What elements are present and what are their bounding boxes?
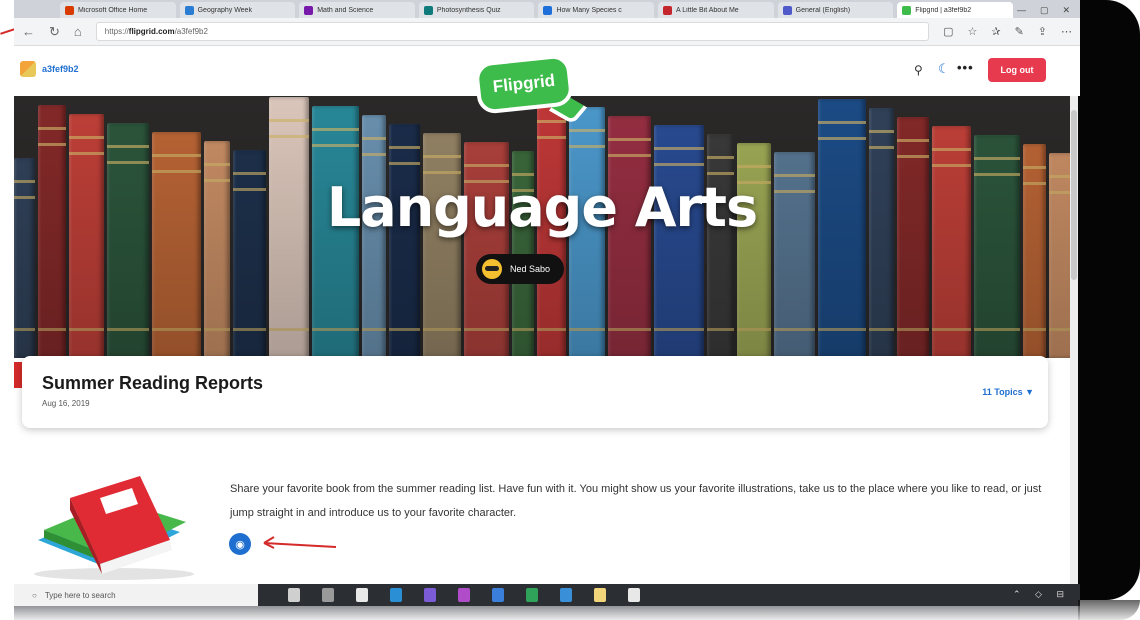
word-icon[interactable] bbox=[492, 588, 504, 602]
system-tray[interactable]: ⌃ ◇ ⊟ bbox=[1013, 589, 1070, 600]
browser-tab-label: Photosynthesis Quiz bbox=[436, 6, 501, 14]
browser-tab-label: Flipgrid | a3fef9b2 bbox=[915, 6, 972, 14]
store-icon[interactable] bbox=[628, 588, 640, 602]
taskbar-search-placeholder: Type here to search bbox=[44, 590, 116, 600]
home-icon[interactable]: ⌂ bbox=[74, 24, 82, 39]
taskbar-search[interactable]: ○ Type here to search bbox=[14, 584, 258, 606]
more-menu-icon[interactable]: ⋯ bbox=[1061, 25, 1072, 38]
maximize-icon[interactable]: ▢ bbox=[1040, 5, 1049, 16]
owner-chip[interactable]: Ned Sabo bbox=[476, 254, 565, 284]
browser-tab[interactable]: Geography Week bbox=[179, 2, 296, 18]
topic-title: Summer Reading Reports bbox=[42, 373, 264, 393]
browser-tab[interactable]: Math and Science bbox=[299, 2, 415, 18]
topic-date: Aug 16, 2019 bbox=[42, 399, 90, 408]
file-explorer-icon[interactable] bbox=[594, 588, 606, 602]
office-icon bbox=[65, 5, 74, 15]
search-icon: ○ bbox=[32, 590, 37, 600]
topic-header-card: Summer Reading Reports Aug 16, 2019 11 T… bbox=[22, 356, 1048, 428]
favorite-star-icon[interactable]: ☆ bbox=[967, 25, 977, 38]
browser-tab-label: Math and Science bbox=[317, 6, 374, 14]
books-illustration bbox=[34, 476, 194, 580]
favorites-hub-icon[interactable]: ✰ bbox=[991, 25, 1000, 38]
search-icon[interactable]: ⚲ bbox=[914, 63, 923, 77]
flipgrid-icon bbox=[902, 5, 912, 15]
owner-name: Ned Sabo bbox=[510, 264, 551, 274]
browser-tab-label: A Little Bit About Me bbox=[676, 6, 739, 14]
browser-tab[interactable]: Flipgrid | a3fef9b2 bbox=[897, 2, 1013, 18]
onenote-icon[interactable] bbox=[458, 588, 470, 602]
outlook-icon[interactable] bbox=[560, 588, 572, 602]
onenote-icon[interactable] bbox=[424, 588, 436, 602]
reading-view-icon[interactable]: ▢ bbox=[943, 25, 953, 38]
back-icon[interactable]: ← bbox=[22, 24, 35, 39]
window-controls: — ▢ ✕ bbox=[1017, 2, 1080, 18]
browser-tab-label: Microsoft Office Home bbox=[78, 6, 148, 14]
browser-tab-label: General (English) bbox=[795, 6, 851, 14]
refresh-icon[interactable]: ↻ bbox=[49, 24, 60, 40]
record-response-button[interactable]: ◉ bbox=[229, 533, 251, 555]
browser-address-bar: ← ↻ ⌂ https://flipgrid.com/a3fef9b2 ▢ ☆ … bbox=[14, 18, 1080, 46]
browser-tab[interactable]: General (English) bbox=[777, 2, 894, 18]
url-prefix: https:// bbox=[104, 27, 129, 36]
browser-tab-label: Geography Week bbox=[197, 6, 252, 14]
video-icon bbox=[663, 5, 673, 15]
browser-tab-strip: Microsoft Office Home Geography Week Math … bbox=[14, 0, 1080, 18]
url-field[interactable]: https://flipgrid.com/a3fef9b2 bbox=[95, 22, 930, 41]
teams-icon bbox=[782, 5, 792, 15]
minimize-icon[interactable]: — bbox=[1017, 5, 1026, 15]
browser-tab-label: How Many Species c bbox=[556, 6, 622, 14]
flipgrid-logo[interactable]: Flipgrid bbox=[473, 53, 588, 126]
screenshot-frame: Microsoft Office Home Geography Week Math … bbox=[0, 0, 1140, 620]
camera-icon: ◉ bbox=[235, 538, 245, 551]
grid-banner: Language Arts Ned Sabo bbox=[14, 96, 1070, 358]
onenote-icon bbox=[304, 5, 314, 15]
doc-icon bbox=[184, 5, 194, 15]
browser-tab[interactable]: A Little Bit About Me bbox=[658, 2, 774, 18]
dark-mode-icon[interactable]: ☾ bbox=[938, 61, 950, 77]
annotation-mark bbox=[14, 362, 22, 388]
url-path: /a3fef9b2 bbox=[174, 27, 208, 36]
grid-title: Language Arts bbox=[326, 176, 758, 239]
more-options-icon[interactable]: ••• bbox=[957, 60, 974, 75]
browser-tab[interactable]: How Many Species c bbox=[538, 2, 655, 18]
logout-button[interactable]: Log out bbox=[988, 58, 1046, 82]
topics-dropdown[interactable]: 11 Topics ▼ bbox=[982, 387, 1034, 397]
owner-avatar bbox=[482, 259, 502, 279]
grid-code[interactable]: a3fef9b2 bbox=[42, 64, 79, 74]
photo-border bbox=[1078, 0, 1140, 600]
share-icon[interactable]: ⇪ bbox=[1038, 25, 1047, 38]
windows-taskbar: ○ Type here to search ⌃ ◇ ⊟ bbox=[14, 584, 1080, 606]
pen-icon[interactable]: ✎ bbox=[1015, 25, 1024, 38]
annotation-arrow bbox=[263, 536, 337, 549]
close-icon[interactable]: ✕ bbox=[1062, 5, 1070, 16]
browser-tab[interactable]: Microsoft Office Home bbox=[60, 2, 176, 18]
browser-tab[interactable]: Photosynthesis Quiz bbox=[418, 2, 535, 18]
edge-icon[interactable] bbox=[390, 588, 402, 602]
scrollbar-thumb[interactable] bbox=[1071, 110, 1077, 280]
logo-bubble: Flipgrid bbox=[473, 53, 575, 115]
task-view-icon[interactable] bbox=[288, 588, 300, 602]
url-domain: flipgrid.com bbox=[128, 27, 175, 36]
chat-icon[interactable] bbox=[356, 588, 368, 602]
widgets-icon[interactable] bbox=[322, 588, 334, 602]
forms-icon bbox=[423, 5, 433, 15]
excel-icon[interactable] bbox=[526, 588, 538, 602]
screen-reflection bbox=[14, 606, 1080, 620]
photo-border-reflection bbox=[1078, 600, 1140, 620]
grid-logo-icon[interactable] bbox=[20, 61, 36, 77]
edge-icon bbox=[543, 5, 553, 15]
topic-prompt: Share your favorite book from the summer… bbox=[230, 483, 1042, 519]
